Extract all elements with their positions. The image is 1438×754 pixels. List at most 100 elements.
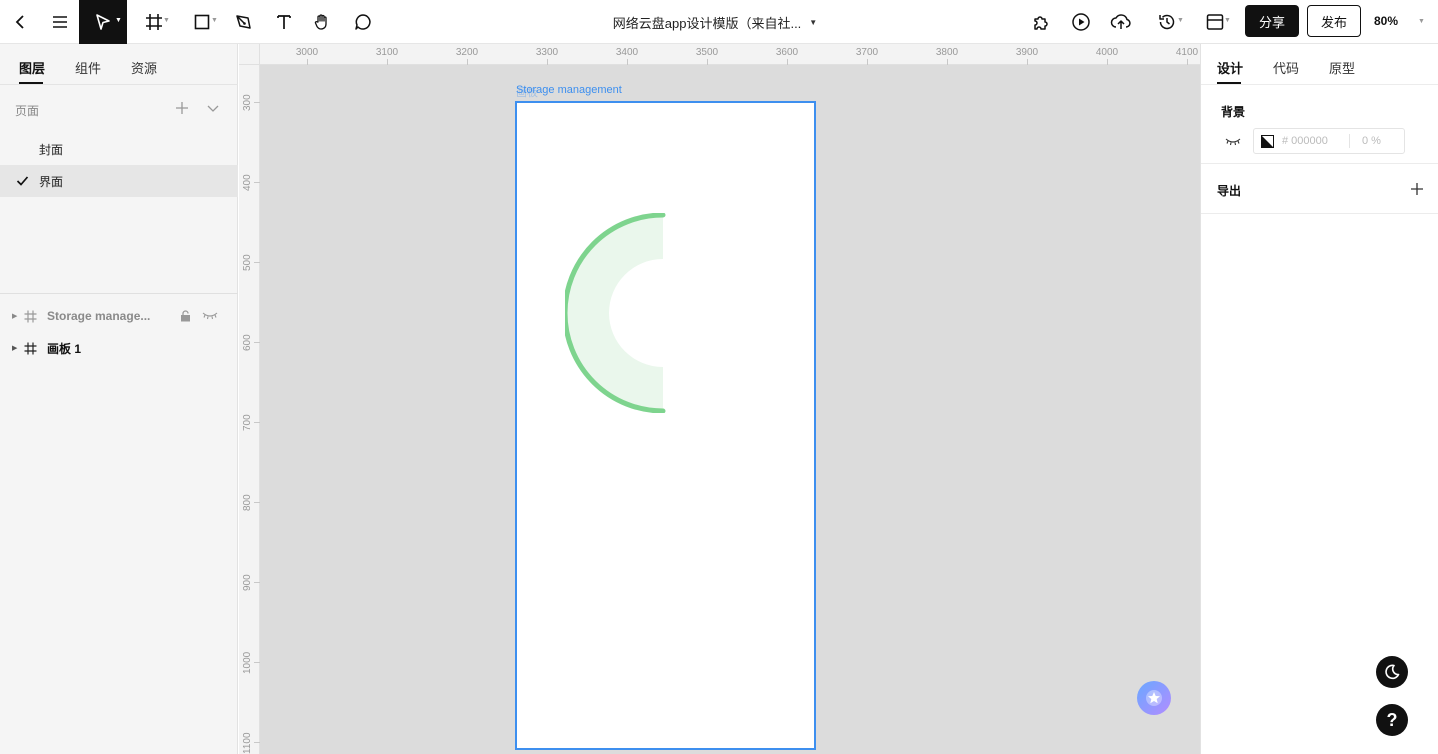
chevron-down-icon: ▼	[1224, 17, 1231, 24]
hidden-eye-icon[interactable]	[202, 311, 218, 320]
ruler-top-label: 3000	[295, 47, 319, 58]
star-icon	[1146, 690, 1162, 706]
ruler-top-label: 3700	[855, 47, 879, 58]
divider	[0, 293, 238, 294]
page-item-cover[interactable]: 封面	[0, 133, 238, 165]
artboard-label[interactable]: Storage management	[516, 84, 622, 96]
ruler-top-label: 3200	[455, 47, 479, 58]
expand-triangle-icon[interactable]: ▶	[12, 312, 17, 320]
layer-row-storage[interactable]: ▶ Storage manage...	[0, 300, 238, 332]
ruler-tick	[787, 59, 788, 65]
ruler-tick	[254, 102, 260, 103]
frame-icon	[24, 310, 37, 323]
ruler-top-label: 3100	[375, 47, 399, 58]
lock-icon[interactable]	[180, 310, 191, 322]
rectangle-tool-button[interactable]: ▼	[185, 0, 219, 44]
divider	[1201, 163, 1438, 164]
tab-components[interactable]: 组件	[75, 58, 101, 77]
ruler-left-label: 400	[242, 174, 253, 191]
tab-design[interactable]: 设计	[1217, 58, 1243, 77]
tab-layers[interactable]: 图层	[19, 58, 45, 77]
ruler-tick	[254, 662, 260, 663]
document-title-area[interactable]: 网络云盘app设计模版（来自社... ▼	[560, 0, 870, 44]
share-button[interactable]: 分享	[1245, 5, 1299, 37]
collapse-pages-icon[interactable]	[206, 101, 220, 115]
ruler-left-label: 1100	[242, 732, 253, 754]
page-item-interface[interactable]: 界面	[0, 165, 238, 197]
add-export-icon[interactable]	[1409, 181, 1425, 197]
left-panel: 图层 组件 资源 页面 封面 界面 ▶ Storage manage... ▶ …	[0, 44, 238, 754]
ruler-tick	[254, 422, 260, 423]
ruler-tick	[254, 502, 260, 503]
document-title: 网络云盘app设计模版（来自社...	[612, 15, 802, 31]
comment-tool-icon[interactable]	[349, 0, 377, 44]
tab-prototype[interactable]: 原型	[1329, 58, 1355, 77]
frame-tool-button[interactable]: ▼	[137, 0, 171, 44]
ruler-tick	[1187, 59, 1188, 65]
ruler-tick	[547, 59, 548, 65]
pen-tool-icon[interactable]	[230, 0, 258, 44]
artboard-storage-management[interactable]	[515, 101, 816, 750]
ruler-tick	[254, 582, 260, 583]
ruler-tick	[1107, 59, 1108, 65]
hand-tool-icon[interactable]	[308, 0, 336, 44]
ruler-left-label: 800	[242, 494, 253, 511]
ruler-tick	[867, 59, 868, 65]
hidden-eye-icon[interactable]	[1225, 137, 1241, 146]
ruler-tick	[467, 59, 468, 65]
play-icon[interactable]	[1068, 0, 1094, 44]
ruler-tick	[947, 59, 948, 65]
opacity-input[interactable]: 0 %	[1362, 135, 1381, 147]
plugin-icon[interactable]	[1028, 0, 1054, 44]
layer-label: Storage manage...	[47, 309, 151, 323]
page-item-label: 封面	[39, 142, 64, 157]
text-tool-icon[interactable]	[270, 0, 298, 44]
export-title: 导出	[1217, 184, 1242, 198]
ruler-left-label: 900	[242, 574, 253, 591]
layer-label: 画板 1	[47, 341, 82, 356]
color-swatch-icon[interactable]	[1261, 135, 1274, 148]
ruler-tick	[1027, 59, 1028, 65]
upload-icon[interactable]	[1108, 0, 1134, 44]
menu-icon[interactable]	[46, 0, 74, 44]
zoom-level[interactable]: 80%	[1374, 14, 1398, 28]
ruler-top: 3000 3100 3200 3300 3400 3500 3600 3700 3800 3900…	[260, 44, 1200, 65]
dark-mode-button[interactable]	[1376, 656, 1408, 688]
back-icon[interactable]	[6, 0, 34, 44]
chevron-down-icon[interactable]: ▼	[1418, 18, 1425, 25]
color-hex-input[interactable]: # 000000	[1282, 135, 1328, 147]
gauge-inner-fill	[565, 215, 663, 411]
background-color-field[interactable]: # 000000 0 %	[1253, 128, 1405, 154]
canvas[interactable]: 3000 3100 3200 3300 3400 3500 3600 3700 3800 3900…	[239, 44, 1200, 754]
layout-button[interactable]: ▼	[1198, 0, 1232, 44]
chevron-down-icon: ▼	[163, 17, 170, 24]
tab-assets[interactable]: 资源	[131, 58, 157, 77]
ruler-tick	[707, 59, 708, 65]
ruler-left-label: 300	[242, 94, 253, 111]
add-page-icon[interactable]	[174, 100, 190, 116]
ruler-tick	[387, 59, 388, 65]
moon-icon	[1385, 664, 1400, 680]
move-tool-icon	[96, 14, 110, 30]
ruler-corner	[239, 44, 260, 65]
publish-button[interactable]: 发布	[1307, 5, 1361, 37]
ruler-left-label: 1000	[242, 651, 253, 674]
ruler-left-label: 500	[242, 254, 253, 271]
divider	[1201, 213, 1438, 214]
layer-row-artboard-1[interactable]: ▶ 画板 1	[0, 332, 238, 364]
ai-assistant-button[interactable]	[1137, 681, 1171, 715]
move-tool-button[interactable]: ▼	[79, 0, 127, 44]
ruler-top-label: 3600	[775, 47, 799, 58]
toolbar: ▼ ▼ ▼ 网络云盘app设计模版（来自社... ▼ ▼ ▼ 分享 发布 80%…	[0, 0, 1438, 44]
ruler-top-label: 3300	[535, 47, 559, 58]
tab-code[interactable]: 代码	[1273, 58, 1299, 77]
help-button[interactable]: ?	[1376, 704, 1408, 736]
ruler-top-label: 4000	[1095, 47, 1119, 58]
ruler-tick	[627, 59, 628, 65]
history-button[interactable]: ▼	[1150, 0, 1184, 44]
expand-triangle-icon[interactable]: ▶	[12, 344, 17, 352]
storage-gauge-arc[interactable]	[565, 213, 669, 413]
ruler-tick	[254, 342, 260, 343]
chevron-down-icon: ▼	[1177, 17, 1184, 24]
frame-icon	[24, 342, 37, 355]
